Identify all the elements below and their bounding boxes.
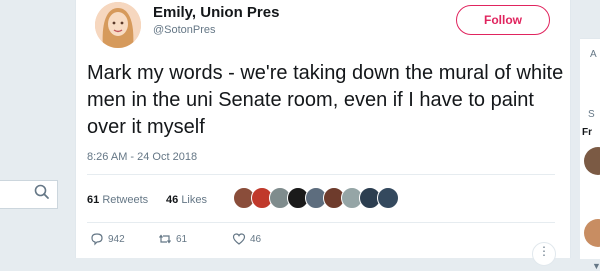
chevron-down-icon[interactable]: ▼ xyxy=(592,261,600,271)
retweet-icon xyxy=(159,234,171,244)
reply-button[interactable]: 942 xyxy=(90,232,125,246)
likes-label: Likes xyxy=(181,194,207,206)
avatar[interactable] xyxy=(95,2,141,48)
like-button[interactable]: 46 xyxy=(232,232,261,246)
like-action-count: 46 xyxy=(250,233,262,245)
retweet-action-count: 61 xyxy=(176,233,188,245)
divider xyxy=(87,222,555,223)
likes-count: 46 xyxy=(166,194,179,206)
avatar[interactable] xyxy=(584,219,600,247)
liker-avatar[interactable] xyxy=(377,187,399,209)
retweets-count: 61 xyxy=(87,194,100,206)
sidebar-heading-fragment: S xyxy=(588,109,595,120)
heart-icon xyxy=(232,233,246,245)
divider xyxy=(87,174,555,175)
username[interactable]: @SotonPres xyxy=(153,24,216,36)
sidebar-name-fragment[interactable]: Fr xyxy=(582,127,592,138)
tweet-timestamp[interactable]: 8:26 AM - 24 Oct 2018 xyxy=(87,151,197,163)
retweets-label: Retweets xyxy=(102,194,149,206)
sidebar-heading-fragment: A xyxy=(590,49,597,60)
reply-icon xyxy=(91,233,103,246)
avatar[interactable] xyxy=(584,147,600,175)
display-name[interactable]: Emily, Union Pres xyxy=(153,4,279,21)
retweets-stat[interactable]: 61 Retweets xyxy=(87,194,148,206)
follow-button[interactable]: Follow xyxy=(456,5,550,35)
tweet-text: Mark my words - we're taking down the mu… xyxy=(87,62,564,138)
more-options-icon[interactable]: ⋮ xyxy=(532,242,556,266)
likes-stat[interactable]: 46 Likes xyxy=(166,194,207,206)
left-panel xyxy=(0,0,75,258)
retweet-button[interactable]: 61 xyxy=(158,232,187,246)
tweet-card: Emily, Union Pres @SotonPres Follow Mark… xyxy=(75,0,571,266)
search-icon[interactable] xyxy=(33,183,51,201)
right-sidebar-card: A S Fr ▼ xyxy=(580,38,600,271)
reply-count: 942 xyxy=(108,233,125,245)
